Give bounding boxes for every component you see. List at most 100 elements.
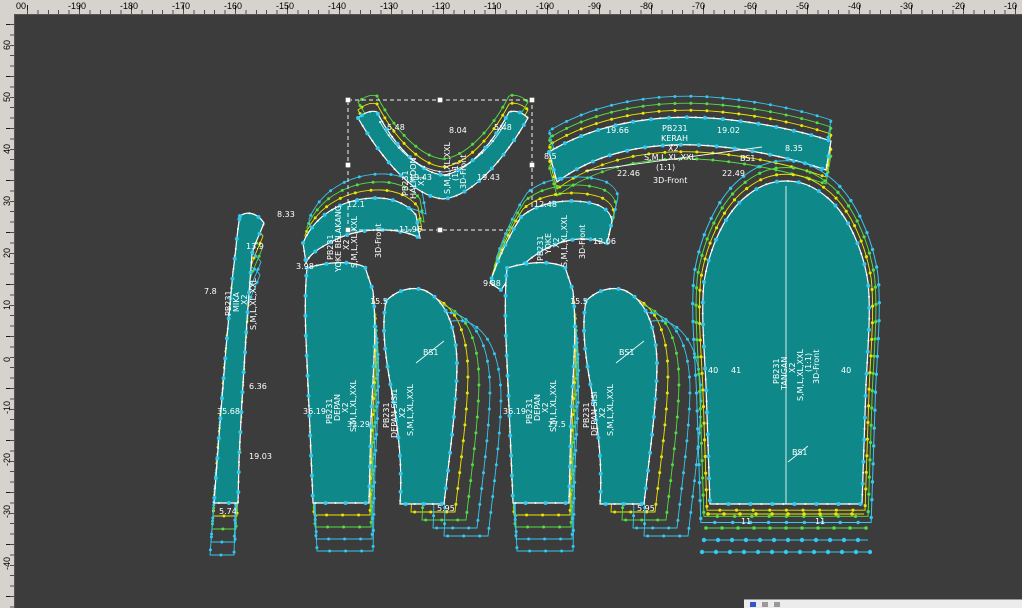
- pattern-point[interactable]: [242, 370, 246, 374]
- pattern-point[interactable]: [861, 460, 865, 464]
- pattern-point[interactable]: [716, 538, 720, 542]
- pattern-point[interactable]: [492, 140, 494, 142]
- pattern-point[interactable]: [496, 259, 500, 263]
- pattern-point[interactable]: [502, 153, 506, 157]
- pattern-point[interactable]: [571, 385, 575, 389]
- pattern-point[interactable]: [809, 133, 813, 137]
- pattern-point[interactable]: [503, 243, 507, 247]
- pattern-point[interactable]: [483, 146, 487, 150]
- pattern-point[interactable]: [604, 502, 608, 506]
- pattern-point[interactable]: [567, 484, 571, 488]
- pattern-point[interactable]: [736, 526, 740, 530]
- pattern-point[interactable]: [697, 143, 701, 147]
- pattern-point[interactable]: [325, 262, 329, 266]
- pattern-point[interactable]: [748, 502, 752, 506]
- pattern-point[interactable]: [324, 501, 328, 505]
- pattern-point[interactable]: [360, 113, 364, 117]
- pattern-point[interactable]: [233, 257, 237, 261]
- pattern-point[interactable]: [505, 266, 509, 270]
- pattern-point[interactable]: [372, 365, 376, 369]
- pattern-point[interactable]: [368, 464, 372, 468]
- pattern-point[interactable]: [371, 385, 375, 389]
- pattern-point[interactable]: [250, 251, 254, 255]
- pattern-point[interactable]: [345, 233, 349, 237]
- pattern-point[interactable]: [399, 289, 403, 293]
- pattern-point[interactable]: [850, 512, 854, 516]
- pattern-point[interactable]: [218, 416, 222, 420]
- ruler-top[interactable]: 00-190-180-170-160-150-140-130-120-110-1…: [14, 0, 1022, 15]
- pattern-point[interactable]: [814, 502, 818, 506]
- pattern-point[interactable]: [499, 288, 503, 292]
- pattern-point[interactable]: [714, 550, 718, 554]
- pattern-point[interactable]: [784, 550, 788, 554]
- pattern-point[interactable]: [571, 238, 575, 242]
- pattern-point[interactable]: [236, 490, 240, 494]
- pattern-point[interactable]: [818, 512, 822, 516]
- pattern-point[interactable]: [643, 145, 647, 149]
- pattern-point[interactable]: [404, 502, 408, 506]
- pattern-point[interactable]: [305, 354, 309, 358]
- pattern-point[interactable]: [768, 526, 772, 530]
- pattern-point[interactable]: [652, 415, 656, 419]
- pattern-point[interactable]: [715, 144, 719, 148]
- pattern-point[interactable]: [512, 138, 516, 142]
- pattern-point[interactable]: [722, 512, 726, 516]
- pattern-point[interactable]: [733, 147, 737, 151]
- pattern-point[interactable]: [344, 501, 348, 505]
- pattern-point[interactable]: [509, 454, 513, 458]
- pattern-point[interactable]: [463, 190, 467, 194]
- pattern-point[interactable]: [439, 173, 443, 177]
- pattern-point[interactable]: [569, 424, 573, 428]
- pattern-point[interactable]: [481, 152, 483, 154]
- pattern-point[interactable]: [866, 350, 870, 354]
- pattern-point[interactable]: [237, 470, 241, 474]
- pattern-point[interactable]: [239, 410, 243, 414]
- pattern-point[interactable]: [705, 410, 709, 414]
- pattern-point[interactable]: [816, 526, 820, 530]
- pattern-point[interactable]: [344, 261, 348, 265]
- pattern-point[interactable]: [863, 416, 867, 420]
- pattern-point[interactable]: [383, 347, 387, 351]
- pattern-point[interactable]: [599, 490, 603, 494]
- pattern-point[interactable]: [469, 162, 471, 164]
- pattern-point[interactable]: [586, 365, 590, 369]
- pattern-point[interactable]: [428, 194, 432, 198]
- pattern-point[interactable]: [504, 274, 508, 278]
- pattern-point[interactable]: [609, 224, 613, 228]
- pattern-point[interactable]: [573, 325, 577, 329]
- pattern-point[interactable]: [700, 550, 704, 554]
- pattern-point[interactable]: [376, 146, 380, 150]
- ruler-left[interactable]: 6050403020100-10-20-30-40: [0, 14, 15, 608]
- pattern-point[interactable]: [720, 526, 724, 530]
- pattern-point[interactable]: [471, 158, 475, 162]
- pattern-point[interactable]: [511, 494, 515, 498]
- pattern-point[interactable]: [376, 112, 380, 116]
- pattern-point[interactable]: [737, 201, 741, 205]
- pattern-point[interactable]: [608, 153, 612, 157]
- pattern-point[interactable]: [646, 469, 650, 473]
- pattern-point[interactable]: [373, 196, 377, 200]
- selection-handle[interactable]: [438, 98, 443, 103]
- pattern-point[interactable]: [257, 215, 261, 219]
- pattern-point[interactable]: [310, 226, 314, 230]
- pattern-point[interactable]: [588, 382, 592, 386]
- pattern-point[interactable]: [214, 476, 218, 480]
- pattern-point[interactable]: [704, 388, 708, 392]
- pattern-point[interactable]: [524, 501, 528, 505]
- pattern-point[interactable]: [707, 476, 711, 480]
- pattern-point[interactable]: [304, 334, 308, 338]
- pattern-point[interactable]: [702, 280, 706, 284]
- pattern-point[interactable]: [225, 336, 229, 340]
- pattern-point[interactable]: [812, 550, 816, 554]
- pattern-point[interactable]: [836, 502, 840, 506]
- pattern-point[interactable]: [842, 538, 846, 542]
- pattern-point[interactable]: [416, 235, 420, 239]
- pattern-point[interactable]: [367, 484, 371, 488]
- pattern-point[interactable]: [227, 317, 231, 321]
- pattern-point[interactable]: [398, 454, 402, 458]
- pattern-point[interactable]: [786, 538, 790, 542]
- pattern-point[interactable]: [446, 469, 450, 473]
- pattern-point[interactable]: [701, 323, 705, 327]
- pattern-point[interactable]: [382, 329, 386, 333]
- pattern-point[interactable]: [388, 382, 392, 386]
